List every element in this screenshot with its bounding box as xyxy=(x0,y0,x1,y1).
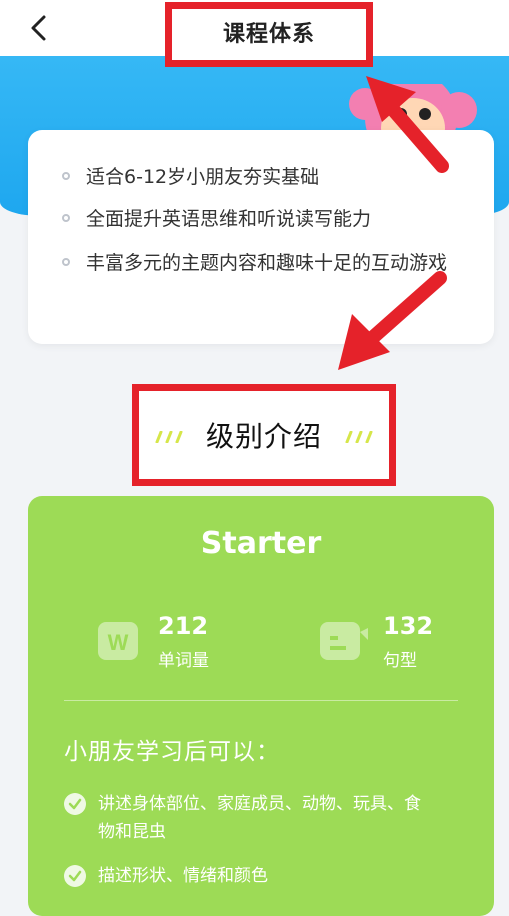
section-title-highlight: 级别介绍 xyxy=(132,384,396,486)
check-icon xyxy=(64,793,86,815)
sentence-bubble-icon xyxy=(320,622,368,660)
word-card-icon: W xyxy=(98,622,138,660)
bullet-icon xyxy=(62,258,70,266)
page-title-highlight: 课程体系 xyxy=(165,2,373,67)
sentence-count: 132 xyxy=(383,612,434,640)
section-title: 级别介绍 xyxy=(205,420,322,453)
learning-outcome-item: 讲述身体部位、家庭成员、动物、玩具、食物和昆虫 xyxy=(64,790,424,846)
sentence-label: 句型 xyxy=(383,651,417,671)
decoration-stripes-icon xyxy=(155,431,183,443)
back-arrow-icon[interactable] xyxy=(22,10,58,46)
page-title: 课程体系 xyxy=(222,21,315,47)
vocabulary-label: 单词量 xyxy=(158,651,209,671)
level-name: Starter xyxy=(200,526,322,561)
bullet-icon xyxy=(62,214,70,222)
learning-outcome-item: 描述形状、情绪和颜色 xyxy=(64,862,424,890)
divider xyxy=(64,700,458,701)
level-card-starter[interactable]: Starter W 212 单词量 132 句型 小朋友学习后可以： 讲述身体部… xyxy=(28,496,494,916)
annotation-arrow-icon xyxy=(366,76,449,173)
learning-outcomes-title: 小朋友学习后可以： xyxy=(64,739,280,765)
intro-item: 全面提升英语思维和听说读写能力 xyxy=(62,204,468,235)
vocabulary-count: 212 xyxy=(158,612,209,640)
bullet-icon xyxy=(62,172,70,180)
check-icon xyxy=(64,865,86,887)
svg-text:W: W xyxy=(108,630,129,655)
annotation-arrow-icon xyxy=(338,271,447,370)
decoration-stripes-icon xyxy=(345,431,373,443)
